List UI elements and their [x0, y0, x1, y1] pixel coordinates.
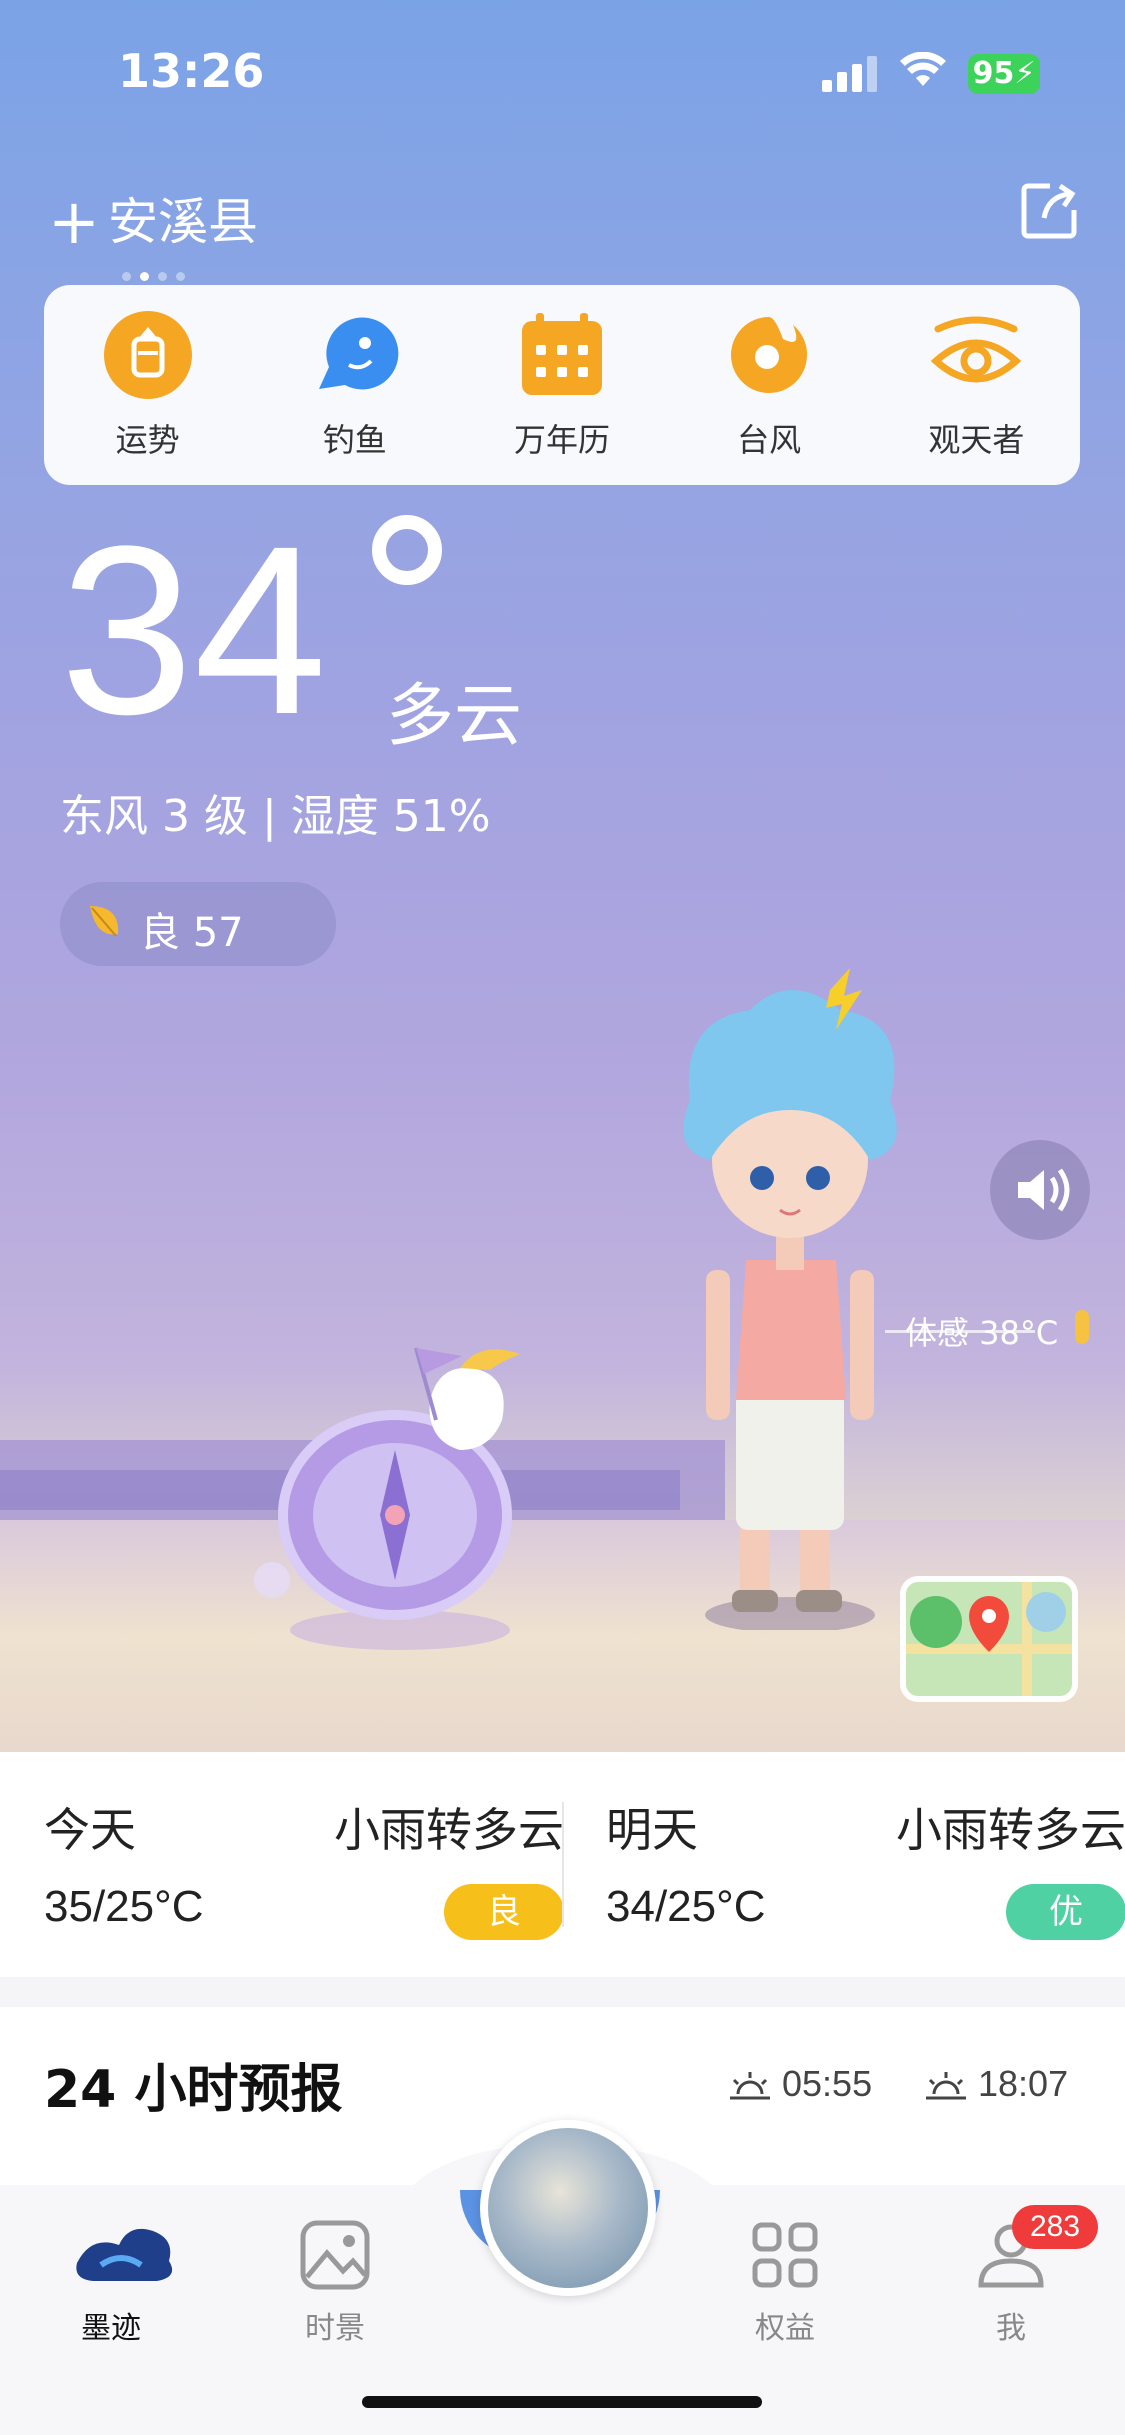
share-icon[interactable]: [1020, 180, 1080, 240]
quick-action-calendar[interactable]: 万年历: [482, 309, 642, 461]
status-bar: 13:26 95⚡: [0, 0, 1125, 140]
map-pin-icon: [906, 1582, 1072, 1696]
sunrise-time: 05:55: [782, 2063, 873, 2104]
tab-label: 权益: [755, 2311, 815, 2346]
tab-label: 墨迹: [81, 2311, 141, 2346]
fishing-icon: [309, 309, 401, 401]
moji-logo-icon: [71, 2215, 173, 2295]
page-dot: [122, 272, 131, 281]
page-dot: [176, 272, 185, 281]
map-button[interactable]: [900, 1576, 1078, 1702]
fortune-icon: [102, 309, 194, 401]
aqi-value: 良 57: [140, 910, 244, 956]
thermometer-icon: [1075, 1310, 1089, 1344]
compass-illustration[interactable]: [240, 1340, 560, 1660]
leaf-icon: [86, 902, 122, 944]
tab-scenery[interactable]: 时景: [260, 2215, 410, 2347]
day-temp-range: 34/25°C: [606, 1882, 766, 1931]
quick-action-label: 运势: [115, 421, 180, 459]
day-condition: 小雨转多云: [334, 1803, 564, 1857]
add-city-icon[interactable]: +: [48, 185, 100, 258]
air-quality-badge: 良: [444, 1884, 564, 1940]
quick-action-fishing[interactable]: 钓鱼: [275, 309, 435, 461]
daily-summary: 今天 小雨转多云 35/25°C 良 明天 小雨转多云 34/25°C 优: [0, 1752, 1125, 1977]
eye-icon: [930, 309, 1022, 401]
speaker-icon[interactable]: [990, 1140, 1090, 1240]
notification-badge: 283: [1012, 2205, 1098, 2249]
tab-moji[interactable]: 墨迹: [36, 2215, 186, 2347]
divider: [562, 1802, 564, 1927]
day-name: 今天: [44, 1803, 136, 1857]
degree-symbol: [372, 515, 442, 585]
calendar-icon: [516, 309, 608, 401]
cellular-signal-icon: [822, 56, 878, 92]
tab-label: 时景: [305, 2311, 365, 2346]
air-quality-badge: 优: [1006, 1884, 1125, 1940]
sunrise: 05:55: [728, 2063, 872, 2105]
quick-action-observer[interactable]: 观天者: [896, 309, 1056, 461]
section-gap: [0, 1977, 1125, 2007]
wifi-icon: [900, 51, 946, 98]
wind-humidity: 东风 3 级 | 湿度 51%: [60, 791, 491, 842]
battery-level: 95: [972, 56, 1015, 91]
status-time: 13:26: [118, 44, 265, 98]
quick-action-typhoon[interactable]: 台风: [689, 309, 849, 461]
current-temperature: 34: [60, 496, 327, 764]
home-indicator: [362, 2396, 762, 2408]
feels-like-pointer: [885, 1330, 1035, 1333]
city-name: 安溪县: [107, 193, 258, 251]
page-indicator: [122, 266, 194, 285]
aqi-pill[interactable]: 良 57: [60, 882, 336, 966]
quick-action-label: 台风: [737, 421, 802, 459]
day-card-today[interactable]: 今天 小雨转多云 35/25°C 良: [44, 1752, 564, 1977]
quick-actions-bar: 运势 钓鱼 万年历 台风 观天者: [44, 285, 1080, 485]
day-name: 明天: [606, 1803, 698, 1857]
sunset-time: 18:07: [978, 2063, 1069, 2104]
sunset-icon: [926, 2072, 966, 2100]
day-card-tomorrow[interactable]: 明天 小雨转多云 34/25°C 优: [606, 1752, 1125, 1977]
section-title: 24 小时预报: [44, 2060, 343, 2120]
battery-indicator: 95⚡: [968, 54, 1040, 94]
sunset: 18:07: [924, 2063, 1068, 2105]
quick-action-label: 万年历: [513, 421, 610, 459]
page-dot: [158, 272, 167, 281]
tab-label: 我: [996, 2311, 1026, 2346]
page-dot-active: [140, 272, 149, 281]
header: + 安溪县: [0, 140, 1125, 285]
current-condition: 多云: [386, 677, 523, 756]
sunrise-icon: [730, 2072, 770, 2100]
city-selector[interactable]: + 安溪县: [48, 182, 258, 258]
day-condition: 小雨转多云: [896, 1803, 1125, 1857]
weather-avatar-illustration[interactable]: [640, 960, 940, 1633]
center-sky-button[interactable]: [480, 2120, 656, 2296]
quick-action-fortune[interactable]: 运势: [68, 309, 228, 461]
image-icon: [295, 2215, 375, 2295]
tab-benefits[interactable]: 权益: [710, 2215, 860, 2347]
quick-action-label: 观天者: [928, 421, 1025, 459]
typhoon-icon: [723, 309, 815, 401]
quick-action-label: 钓鱼: [322, 421, 387, 459]
day-temp-range: 35/25°C: [44, 1882, 204, 1931]
grid-icon: [745, 2215, 825, 2295]
